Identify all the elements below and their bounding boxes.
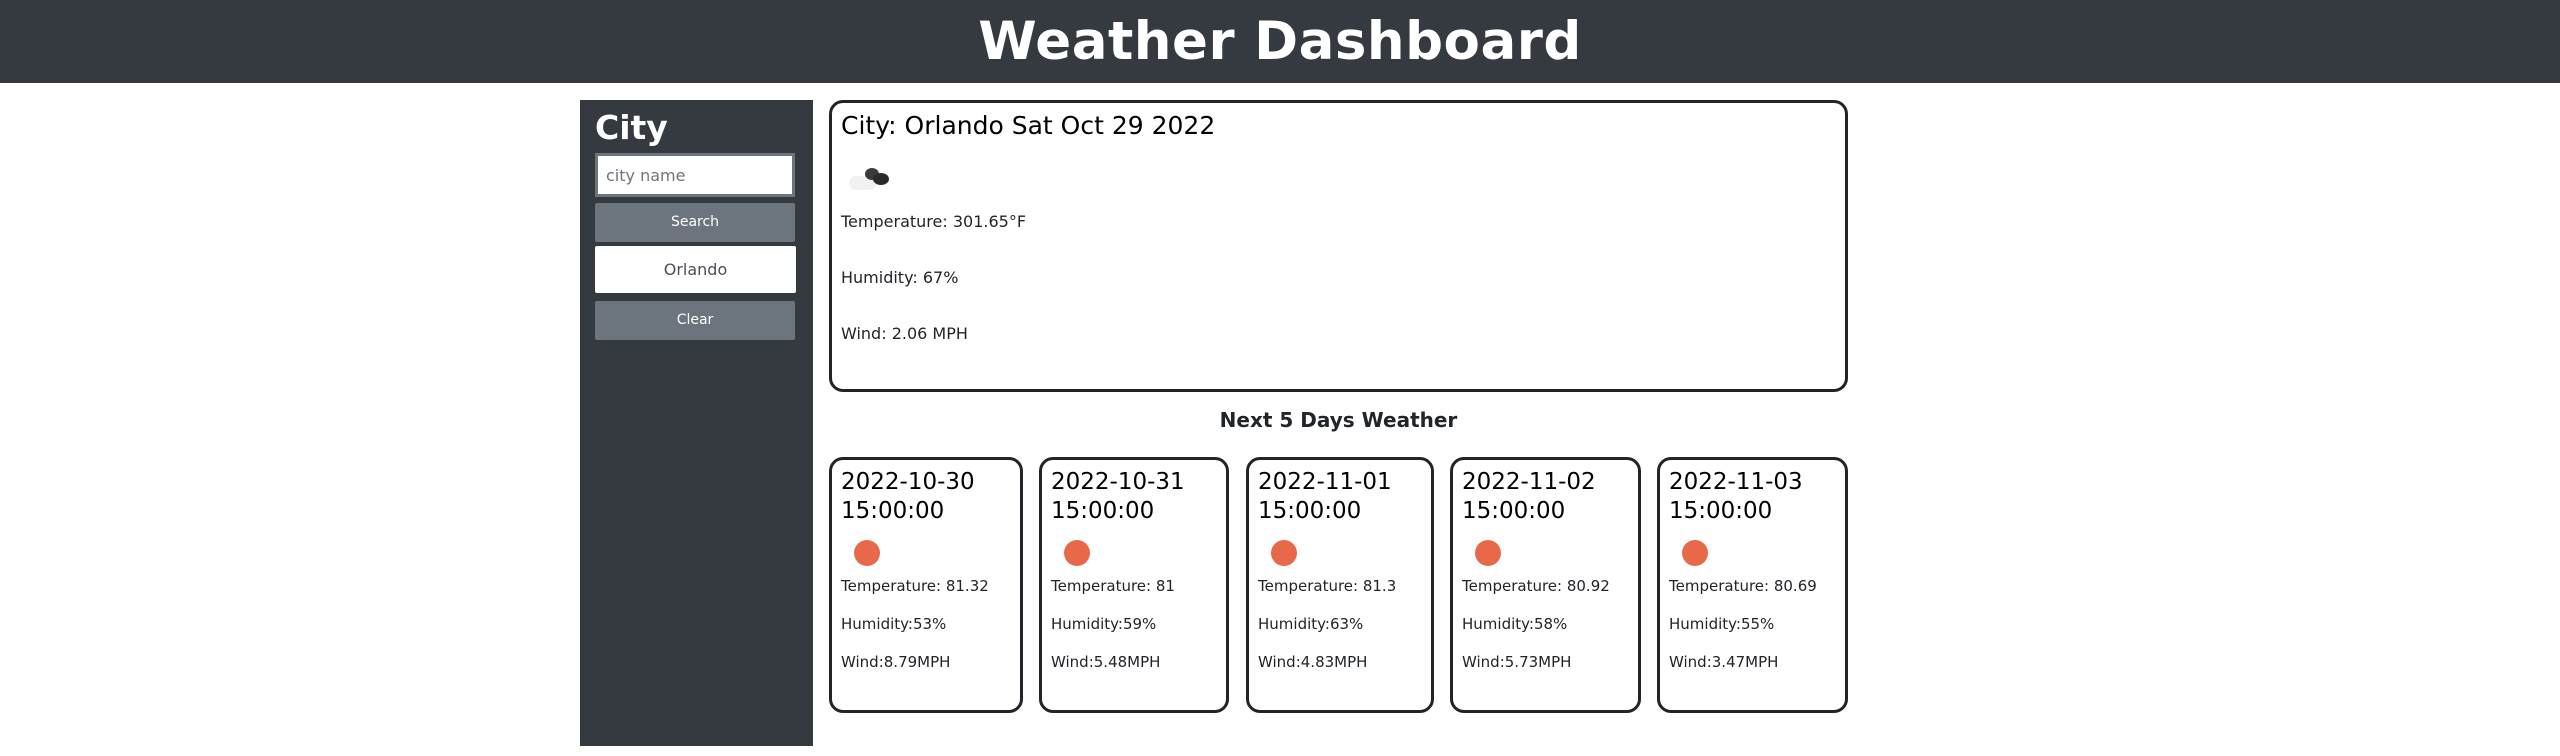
forecast-wind: Wind:5.73MPH — [1462, 653, 1572, 671]
city-sidebar: City Search Orlando Clear — [580, 100, 813, 746]
forecast-temperature: Temperature: 81.32 — [841, 577, 989, 595]
city-search-input[interactable] — [595, 153, 795, 197]
forecast-temperature: Temperature: 80.92 — [1462, 577, 1610, 595]
current-temperature: Temperature: 301.65°F — [841, 212, 1027, 231]
forecast-temperature: Temperature: 81 — [1051, 577, 1175, 595]
forecast-wind: Wind:5.48MPH — [1051, 653, 1161, 671]
clear-button[interactable]: Clear — [595, 301, 795, 340]
forecast-humidity: Humidity:59% — [1051, 615, 1157, 633]
current-wind: Wind: 2.06 MPH — [841, 324, 968, 343]
forecast-temperature: Temperature: 80.69 — [1669, 577, 1817, 595]
forecast-temperature: Temperature: 81.3 — [1258, 577, 1397, 595]
cloud-icon — [841, 162, 891, 196]
forecast-wind: Wind:3.47MPH — [1669, 653, 1779, 671]
forecast-humidity: Humidity:58% — [1462, 615, 1568, 633]
sun-icon — [1475, 540, 1501, 566]
forecast-wind: Wind:4.83MPH — [1258, 653, 1368, 671]
forecast-day-card: 2022-11-03 15:00:00 Temperature: 80.69 H… — [1657, 457, 1848, 713]
sun-icon — [1064, 540, 1090, 566]
forecast-humidity: Humidity:53% — [841, 615, 947, 633]
forecast-date: 2022-11-02 15:00:00 — [1462, 469, 1596, 524]
sidebar-title: City — [595, 108, 668, 147]
forecast-day-card: 2022-11-02 15:00:00 Temperature: 80.92 H… — [1450, 457, 1641, 713]
forecast-date: 2022-11-01 15:00:00 — [1258, 469, 1392, 524]
current-weather-card: City: Orlando Sat Oct 29 2022 Temperatur… — [829, 100, 1848, 392]
forecast-day-card: 2022-11-01 15:00:00 Temperature: 81.3 Hu… — [1246, 457, 1434, 713]
app-header: Weather Dashboard — [0, 0, 2560, 83]
sun-icon — [1271, 540, 1297, 566]
forecast-humidity: Humidity:63% — [1258, 615, 1364, 633]
forecast-date: 2022-10-31 15:00:00 — [1051, 469, 1185, 524]
forecast-wind: Wind:8.79MPH — [841, 653, 951, 671]
current-humidity: Humidity: 67% — [841, 268, 959, 287]
current-city-heading: City: Orlando Sat Oct 29 2022 — [841, 111, 1216, 140]
search-button[interactable]: Search — [595, 203, 795, 242]
history-city-button[interactable]: Orlando — [595, 246, 796, 293]
sun-icon — [1682, 540, 1708, 566]
forecast-day-card: 2022-10-31 15:00:00 Temperature: 81 Humi… — [1039, 457, 1229, 713]
page-title: Weather Dashboard — [978, 11, 1582, 72]
forecast-date: 2022-10-30 15:00:00 — [841, 469, 975, 524]
forecast-humidity: Humidity:55% — [1669, 615, 1775, 633]
sun-icon — [854, 540, 880, 566]
forecast-title: Next 5 Days Weather — [1219, 408, 1458, 432]
forecast-date: 2022-11-03 15:00:00 — [1669, 469, 1803, 524]
forecast-day-card: 2022-10-30 15:00:00 Temperature: 81.32 H… — [829, 457, 1023, 713]
